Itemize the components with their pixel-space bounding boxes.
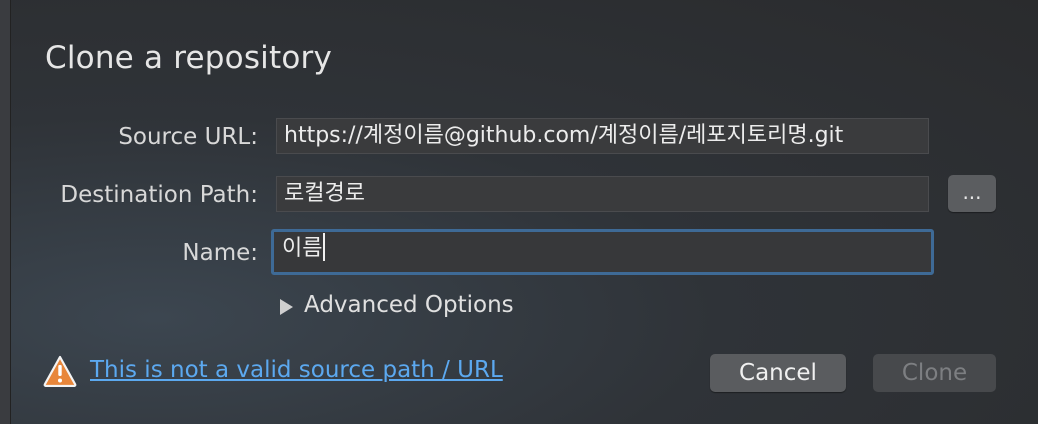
advanced-options-toggle[interactable]: Advanced Options: [280, 292, 514, 318]
name-input[interactable]: 이름: [271, 229, 934, 275]
source-url-label: Source URL:: [118, 124, 258, 150]
cancel-button[interactable]: Cancel: [710, 354, 846, 392]
background-window-edge: [0, 0, 11, 424]
disclosure-triangle-icon: [280, 299, 293, 315]
warning-triangle-icon: [43, 355, 77, 387]
dialog-title: Clone a repository: [45, 40, 333, 76]
clone-repository-dialog: Clone a repository Source URL: https://계…: [0, 0, 1038, 424]
name-input-value: 이름: [282, 236, 323, 261]
name-label: Name:: [182, 240, 258, 266]
text-caret: [323, 233, 326, 261]
browse-button[interactable]: ...: [948, 175, 996, 212]
source-url-input[interactable]: https://계정이름@github.com/계정이름/레포지토리명.git: [276, 118, 929, 154]
invalid-source-warning-link[interactable]: This is not a valid source path / URL: [90, 357, 503, 383]
destination-path-label: Destination Path:: [60, 182, 258, 208]
advanced-options-label: Advanced Options: [304, 292, 514, 318]
clone-button[interactable]: Clone: [873, 354, 996, 392]
destination-path-input[interactable]: 로컬경로: [276, 176, 929, 212]
